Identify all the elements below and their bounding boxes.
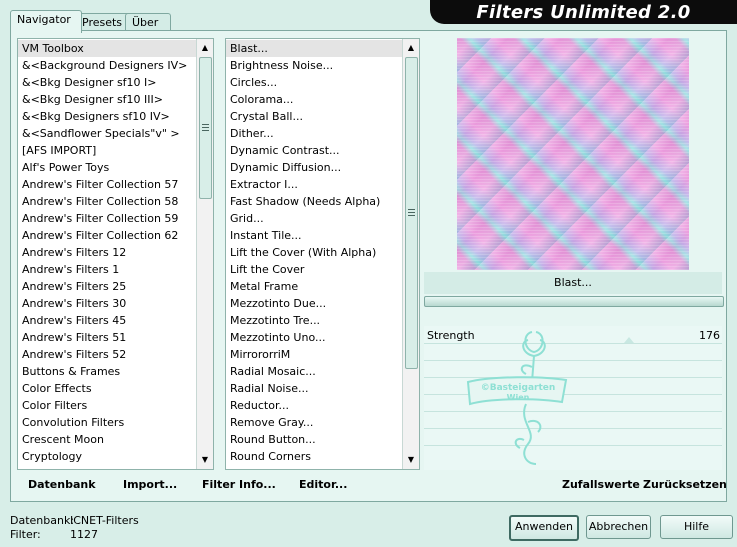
filter-list-item[interactable]: Extractor I... <box>226 176 402 193</box>
filter-list-item[interactable]: Grid... <box>226 210 402 227</box>
filter-list-item[interactable]: Blast... <box>226 40 402 57</box>
category-list-item[interactable]: &<Bkg Designer sf10 III> <box>18 91 196 108</box>
editor-button[interactable]: Editor... <box>299 477 347 493</box>
filter-list-item[interactable]: Lift the Cover <box>226 261 402 278</box>
filter-list-item[interactable]: Dynamic Contrast... <box>226 142 402 159</box>
preview-image <box>457 38 689 270</box>
status-filter-label: Filter: <box>10 528 41 541</box>
category-list-item[interactable]: &<Bkg Designers sf10 IV> <box>18 108 196 125</box>
filter-list-item[interactable]: Colorama... <box>226 91 402 108</box>
watermark-text-2: Wien <box>507 393 530 402</box>
tab-uber-label: Über <box>132 16 159 29</box>
filter-list-item[interactable]: Instant Tile... <box>226 227 402 244</box>
help-button[interactable]: Hilfe <box>660 515 733 539</box>
app-title: Filters Unlimited 2.0 <box>430 0 737 24</box>
filter-info-button[interactable]: Filter Info... <box>202 477 276 493</box>
category-list-item[interactable]: Color Effects <box>18 380 196 397</box>
filter-list-item[interactable]: Mezzotinto Due... <box>226 295 402 312</box>
tab-navigator-label: Navigator <box>17 13 71 26</box>
category-list-item[interactable]: Color Filters <box>18 397 196 414</box>
filter-scroll-thumb[interactable] <box>405 57 418 369</box>
filter-list-item[interactable]: Circles... <box>226 74 402 91</box>
category-list-item[interactable]: Andrew's Filters 51 <box>18 329 196 346</box>
category-list-item[interactable]: Andrew's Filter Collection 59 <box>18 210 196 227</box>
filter-list-item[interactable]: Mezzotinto Tre... <box>226 312 402 329</box>
watermark-logo: ©Basteigarten Wien <box>466 331 568 465</box>
random-values-button[interactable]: Zufallswerte <box>562 477 640 493</box>
scroll-up-icon[interactable]: ▲ <box>197 41 213 55</box>
tab-navigator[interactable]: Navigator <box>10 10 82 33</box>
filter-list-item[interactable]: Mezzotinto Uno... <box>226 329 402 346</box>
selected-filter-name: Blast... <box>424 272 722 294</box>
category-list-item[interactable]: Andrew's Filters 12 <box>18 244 196 261</box>
reset-button[interactable]: Zurücksetzen <box>643 477 727 493</box>
scroll-down-icon[interactable]: ▼ <box>197 453 213 467</box>
filter-list-item[interactable]: Fast Shadow (Needs Alpha) <box>226 193 402 210</box>
category-list-item[interactable]: &<Background Designers IV> <box>18 57 196 74</box>
filter-list-item[interactable]: Reductor... <box>226 397 402 414</box>
filter-list-item[interactable]: Radial Noise... <box>226 380 402 397</box>
category-list-item[interactable]: Alf's Power Toys <box>18 159 196 176</box>
filter-list-item[interactable]: Remove Gray... <box>226 414 402 431</box>
category-list-item[interactable]: Convolution Filters <box>18 414 196 431</box>
filter-list-item[interactable]: Dynamic Diffusion... <box>226 159 402 176</box>
category-list-item[interactable]: Andrew's Filter Collection 62 <box>18 227 196 244</box>
preview-slider-track[interactable] <box>424 296 724 307</box>
filter-list-item[interactable]: Round Corners <box>226 448 402 465</box>
cancel-button[interactable]: Abbrechen <box>586 515 651 539</box>
filter-list-item[interactable]: Dither... <box>226 125 402 142</box>
category-list-item[interactable]: Andrew's Filter Collection 58 <box>18 193 196 210</box>
category-list-item[interactable]: Andrew's Filters 45 <box>18 312 196 329</box>
filter-list-item[interactable]: Metal Frame <box>226 278 402 295</box>
status-db-value: ICNET-Filters <box>70 514 139 527</box>
category-list-item[interactable]: Andrew's Filters 1 <box>18 261 196 278</box>
category-list-item[interactable]: Cryptology <box>18 448 196 465</box>
import-button[interactable]: Import... <box>123 477 177 493</box>
apply-button[interactable]: Anwenden <box>509 515 579 541</box>
filter-list-item[interactable]: Brightness Noise... <box>226 57 402 74</box>
filter-list[interactable]: Blast... Brightness Noise... Circles... Col… <box>225 38 420 470</box>
category-list-item[interactable]: Andrew's Filters 25 <box>18 278 196 295</box>
category-list-item[interactable]: Andrew's Filters 52 <box>18 346 196 363</box>
scroll-down-icon[interactable]: ▼ <box>403 453 419 467</box>
category-list-item[interactable]: Buttons & Frames <box>18 363 196 380</box>
category-list-item[interactable]: Crescent Moon <box>18 431 196 448</box>
category-scroll-thumb[interactable] <box>199 57 212 199</box>
category-list-item[interactable]: [AFS IMPORT] <box>18 142 196 159</box>
category-list-item[interactable]: VM Toolbox <box>18 40 196 57</box>
filter-list-item[interactable]: MirrororriM <box>226 346 402 363</box>
scroll-up-icon[interactable]: ▲ <box>403 41 419 55</box>
grip-icon <box>408 209 415 216</box>
status-filter-value: 1127 <box>70 528 98 541</box>
grip-icon <box>202 124 209 131</box>
param-strength-label: Strength <box>427 329 475 342</box>
filter-list-item[interactable]: Crystal Ball... <box>226 108 402 125</box>
filter-list-item[interactable]: Radial Mosaic... <box>226 363 402 380</box>
category-list-item[interactable]: Andrew's Filter Collection 57 <box>18 176 196 193</box>
filter-scrollbar[interactable]: ▲ ▼ <box>402 39 419 469</box>
database-button[interactable]: Datenbank <box>28 477 96 493</box>
category-list-item[interactable]: Andrew's Filters 30 <box>18 295 196 312</box>
param-strength-value[interactable]: 176 <box>690 329 720 342</box>
category-list-item[interactable]: &<Sandflower Specials"v" > <box>18 125 196 142</box>
filter-list-item[interactable]: Lift the Cover (With Alpha) <box>226 244 402 261</box>
category-scrollbar[interactable]: ▲ ▼ <box>196 39 213 469</box>
tab-presets-label: Presets <box>82 16 123 29</box>
filter-list-item[interactable]: Round Button... <box>226 431 402 448</box>
param-slider-thumb[interactable] <box>624 337 634 343</box>
watermark-text-1: ©Basteigarten <box>481 383 556 393</box>
category-list[interactable]: VM Toolbox &<Background Designers IV> &<Bk… <box>17 38 214 470</box>
status-db-label: Datenbank: <box>10 514 75 527</box>
category-list-item[interactable]: &<Bkg Designer sf10 I> <box>18 74 196 91</box>
